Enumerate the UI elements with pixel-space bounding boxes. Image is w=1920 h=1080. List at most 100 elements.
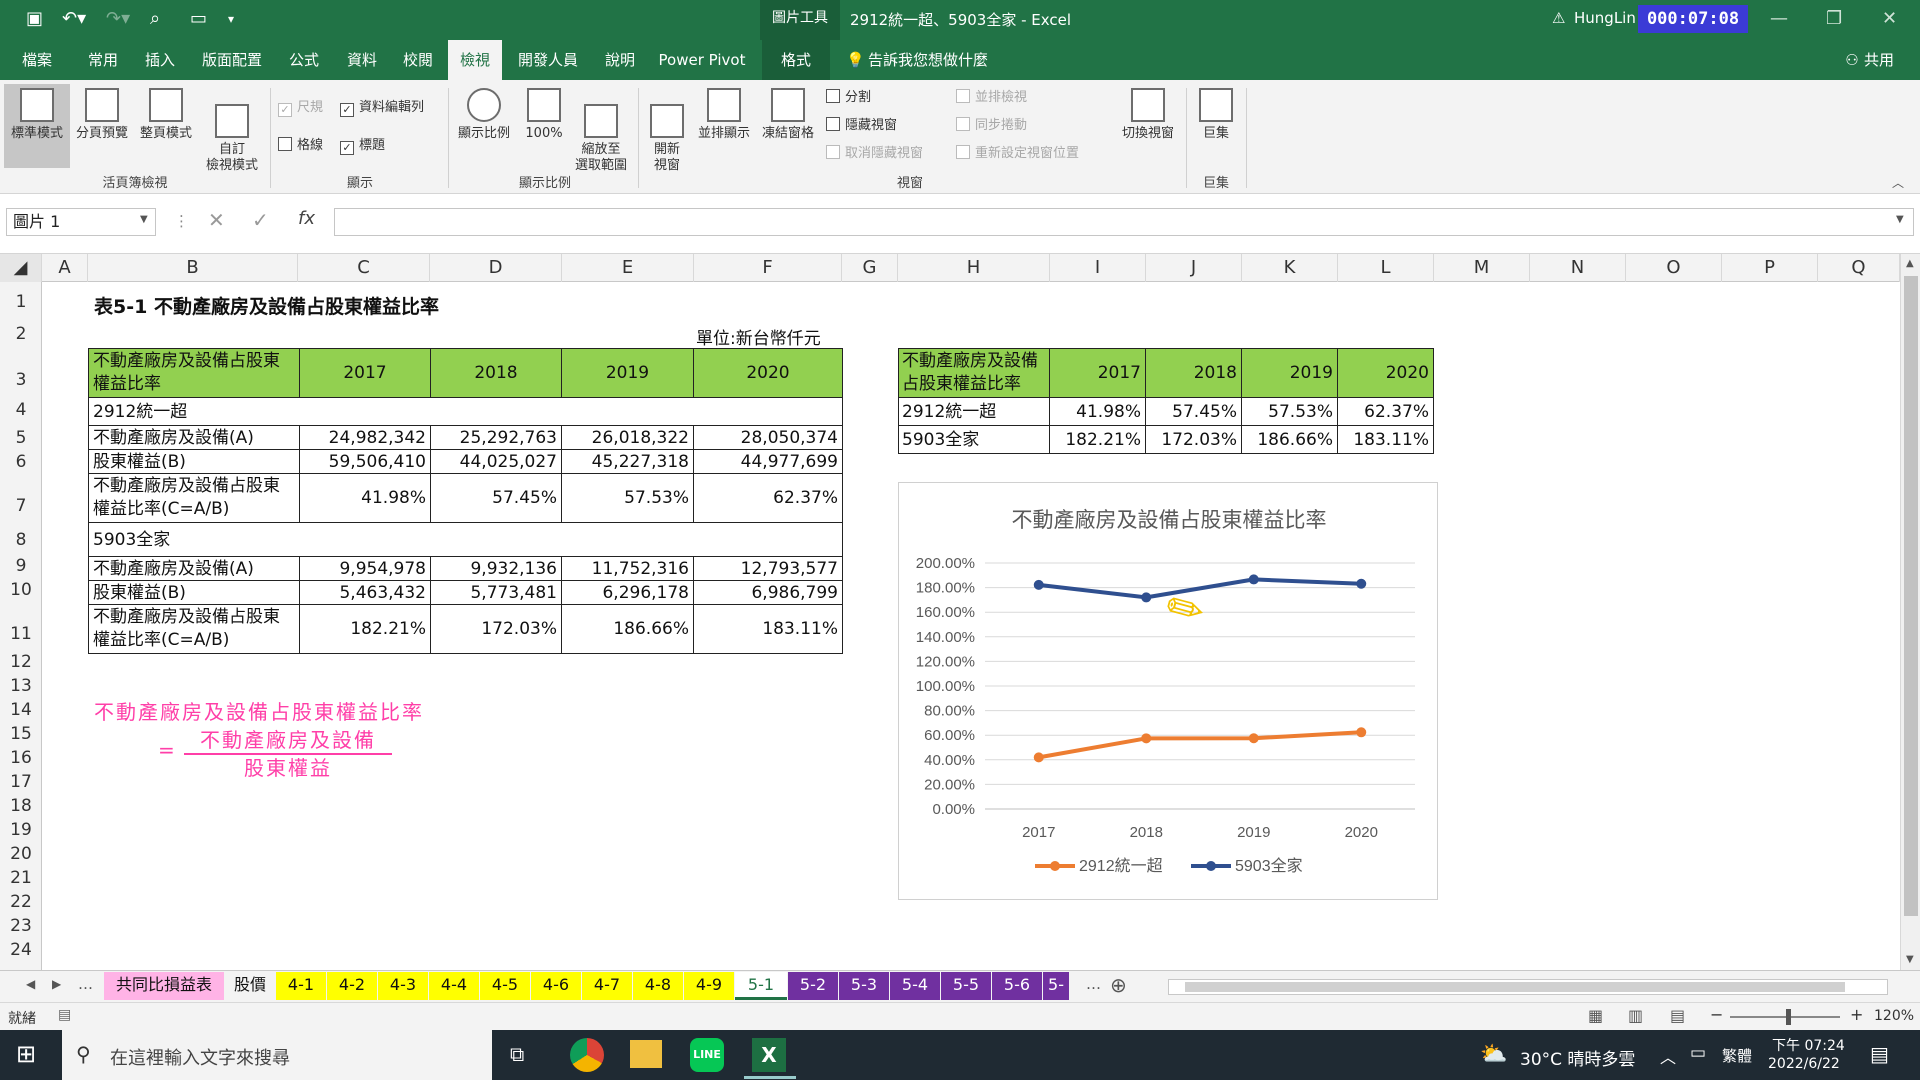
excel-taskbar-icon[interactable]: X <box>752 1038 786 1072</box>
normal-view-icon[interactable]: ▦ <box>1588 1006 1603 1025</box>
more-sheets-right[interactable]: … <box>1086 975 1101 993</box>
table-cell[interactable]: 5,463,432 <box>299 580 431 605</box>
taskbar-search[interactable]: ⚲ 在這裡輸入文字來搜尋 <box>62 1030 492 1080</box>
windows-start-icon[interactable]: ⊞ <box>16 1040 36 1068</box>
col-header[interactable]: O <box>1626 254 1722 282</box>
sheet-tab[interactable]: 4-4 <box>429 972 479 1000</box>
col-header[interactable]: G <box>842 254 898 282</box>
table-cell[interactable]: 11,752,316 <box>561 556 694 581</box>
row-header[interactable]: 3 <box>0 370 42 390</box>
network-icon[interactable]: ▭ <box>1690 1043 1706 1063</box>
select-all-corner[interactable]: ◢ <box>0 254 42 282</box>
row-label[interactable]: 不動產廠房及設備(A) <box>88 425 300 450</box>
row-header[interactable]: 23 <box>0 916 42 936</box>
row-label[interactable]: 股東權益(B) <box>88 449 300 474</box>
zoom-level[interactable]: 120% <box>1874 1008 1914 1024</box>
horizontal-scrollbar[interactable] <box>1168 979 1888 995</box>
sync-scroll-button[interactable]: 同步捲動 <box>956 116 1027 136</box>
sheet-tab[interactable]: 5-6 <box>992 972 1042 1000</box>
year-header[interactable]: 2017 <box>299 348 431 398</box>
row-header[interactable]: 20 <box>0 844 42 864</box>
summary-row-label[interactable]: 5903全家 <box>898 425 1050 454</box>
row-header[interactable]: 6 <box>0 452 42 472</box>
tab-format[interactable]: 格式 <box>762 40 830 80</box>
tab-power-pivot[interactable]: Power Pivot <box>654 40 750 80</box>
row-label[interactable]: 不動產廠房及設備占股東權益比率(C=A/B) <box>88 604 300 654</box>
customize-toolbar-icon[interactable]: ▾ <box>228 12 234 26</box>
col-header[interactable]: Q <box>1818 254 1900 282</box>
custom-views-button[interactable]: 自訂 檢視模式 <box>200 88 264 174</box>
hide-button[interactable]: 隱藏視窗 <box>826 116 897 136</box>
summary-row-label[interactable]: 2912統一超 <box>898 397 1050 426</box>
row-header[interactable]: 8 <box>0 530 42 550</box>
file-explorer-icon[interactable] <box>630 1040 662 1068</box>
tab-view[interactable]: 檢視 <box>448 40 502 80</box>
col-header[interactable]: L <box>1338 254 1434 282</box>
maximize-icon[interactable]: ❐ <box>1826 8 1842 29</box>
h-scroll-thumb[interactable] <box>1185 982 1845 992</box>
arrange-all-button[interactable]: 並排顯示 <box>692 88 756 142</box>
row-header[interactable]: 2 <box>0 324 42 344</box>
insert-function-icon[interactable]: fx <box>298 208 315 229</box>
user-name[interactable]: HungLin <box>1574 9 1636 27</box>
name-box[interactable]: 圖片 1 <box>6 208 156 236</box>
switch-windows-button[interactable]: 切換視窗 <box>1116 88 1180 142</box>
table-cell[interactable]: 186.66% <box>561 604 694 654</box>
summary-cell[interactable]: 172.03% <box>1145 425 1242 454</box>
table-cell[interactable]: 24,982,342 <box>299 425 431 450</box>
minimize-icon[interactable]: — <box>1770 8 1788 29</box>
sheet-tab[interactable]: 4-7 <box>582 972 632 1000</box>
row-header[interactable]: 14 <box>0 700 42 720</box>
row-header[interactable]: 7 <box>0 496 42 516</box>
split-button[interactable]: 分割 <box>826 88 871 108</box>
sheet-tab[interactable]: 4-8 <box>633 972 683 1000</box>
reset-position-button[interactable]: 重新設定視窗位置 <box>956 144 1079 164</box>
page-layout-button[interactable]: 整頁模式 <box>134 88 198 142</box>
table-cell[interactable]: 25,292,763 <box>430 425 562 450</box>
summary-cell[interactable]: 41.98% <box>1049 397 1146 426</box>
line-chart[interactable]: 不動產廠房及設備占股東權益比率 200.00% 180.00% 160.00% 140… <box>898 482 1438 900</box>
col-header[interactable]: B <box>88 254 298 282</box>
freeze-panes-button[interactable]: 凍結窗格 <box>756 88 820 142</box>
row-header[interactable]: 4 <box>0 400 42 420</box>
line-app-icon[interactable]: LINE <box>690 1038 724 1072</box>
tab-page-layout[interactable]: 版面配置 <box>192 40 272 80</box>
sheet-tab[interactable]: 5- <box>1043 972 1069 1000</box>
row-label[interactable]: 不動產廠房及設備占股東權益比率(C=A/B) <box>88 473 300 523</box>
page-layout-icon[interactable]: ▥ <box>1628 1006 1643 1025</box>
print-preview-icon[interactable]: ⌕ <box>150 8 160 29</box>
cancel-icon[interactable]: ✕ <box>208 208 225 232</box>
year-header[interactable]: 2018 <box>430 348 562 398</box>
table-cell[interactable]: 44,977,699 <box>693 449 843 474</box>
tab-file[interactable]: 檔案 <box>8 40 66 80</box>
summary-cell[interactable]: 186.66% <box>1241 425 1338 454</box>
vertical-scrollbar[interactable]: ▲ ▼ <box>1900 254 1920 970</box>
company-row[interactable]: 5903全家 <box>88 522 843 557</box>
row-header[interactable]: 1 <box>0 292 42 312</box>
table-cell[interactable]: 57.53% <box>561 473 694 523</box>
col-header[interactable]: E <box>562 254 694 282</box>
save-icon[interactable]: ▣ <box>26 8 43 29</box>
notification-icon[interactable]: ▤ <box>1870 1042 1889 1066</box>
sheet-tab[interactable]: 5-1 <box>735 972 787 1000</box>
table-cell[interactable]: 28,050,374 <box>693 425 843 450</box>
row-header[interactable]: 24 <box>0 940 42 960</box>
col-header[interactable]: A <box>42 254 88 282</box>
tab-formulas[interactable]: 公式 <box>276 40 332 80</box>
zoom-100-button[interactable]: 100% <box>518 88 570 142</box>
sheet-tab[interactable]: 4-6 <box>531 972 581 1000</box>
zoom-slider-thumb[interactable] <box>1786 1009 1791 1025</box>
summary-cell[interactable]: 182.21% <box>1049 425 1146 454</box>
zoom-out-icon[interactable]: − <box>1710 1005 1723 1024</box>
tab-developer[interactable]: 開發人員 <box>508 40 588 80</box>
col-header[interactable]: F <box>694 254 842 282</box>
zoom-button[interactable]: 顯示比例 <box>452 88 516 142</box>
share-button[interactable]: 共用 <box>1864 40 1904 80</box>
row-header[interactable]: 21 <box>0 868 42 888</box>
table-cell[interactable]: 45,227,318 <box>561 449 694 474</box>
normal-view-button[interactable]: 標準模式 <box>4 84 70 168</box>
tab-home[interactable]: 常用 <box>74 40 132 80</box>
col-header[interactable]: M <box>1434 254 1530 282</box>
tab-insert[interactable]: 插入 <box>132 40 188 80</box>
table-cell[interactable]: 26,018,322 <box>561 425 694 450</box>
